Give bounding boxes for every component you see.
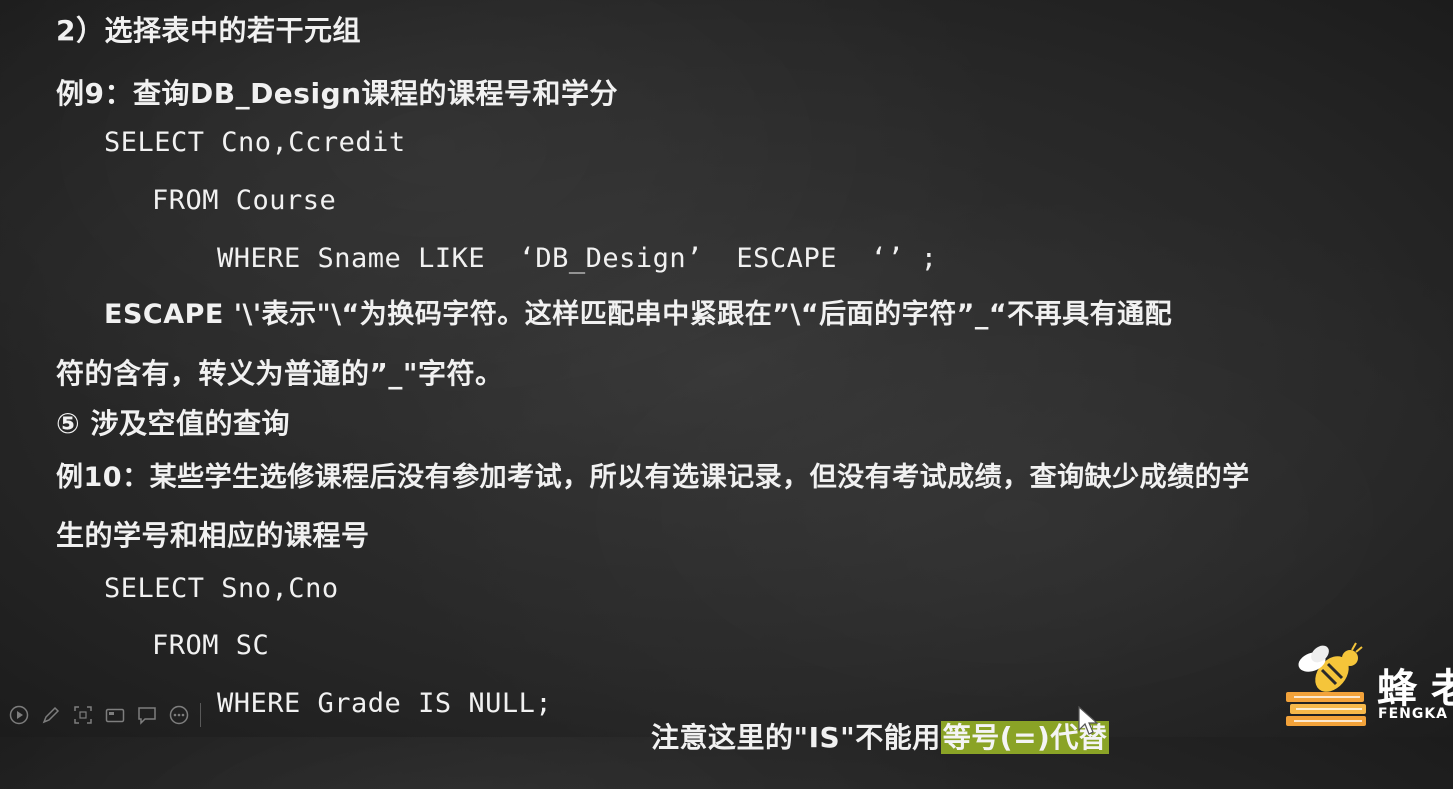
pen-icon[interactable] — [40, 704, 62, 726]
example10-note: 注意这里的"IS"不能用等号(=)代替 — [610, 687, 1110, 789]
example10-title-line1: 例10：某些学生选修课程后没有参加考试，所以有选课记录，但没有考试成绩，查询缺少… — [56, 462, 1250, 493]
slide: 2）选择表中的若干元组 例9：查询DB_Design课程的课程号和学分 SELE… — [0, 0, 1453, 754]
example9-sql-where: WHERE Sname LIKE ‘DB_Design’ ESCAPE ‘’ ; — [217, 243, 938, 274]
example10-sql-from: FROM SC — [152, 630, 270, 661]
play-icon[interactable] — [8, 704, 30, 726]
screenshot-icon[interactable] — [72, 704, 94, 726]
bee-book-icon — [1286, 642, 1366, 726]
escape-note-line2: 符的含有，转义为普通的”_"字符。 — [56, 357, 504, 390]
example9-title: 例9：查询DB_Design课程的课程号和学分 — [56, 77, 619, 110]
logo-subtitle: FENGKA — [1378, 706, 1449, 722]
note-prefix: 注意这里的"IS"不能用 — [651, 721, 941, 754]
camera-icon[interactable] — [104, 704, 126, 726]
example10-sql-select: SELECT Sno,Cno — [104, 573, 339, 604]
section-heading: 2）选择表中的若干元组 — [56, 14, 361, 47]
escape-note-line1: ESCAPE '\'表示"\“为换码字符。这样匹配串中紧跟在”\“后面的字符”_… — [104, 299, 1173, 330]
example9-sql-from: FROM Course — [152, 185, 337, 216]
comment-icon[interactable] — [136, 704, 158, 726]
player-toolbar — [0, 696, 248, 734]
example9-sql-select: SELECT Cno,Ccredit — [104, 127, 406, 158]
toolbar-divider — [200, 703, 201, 727]
example10-title-line2: 生的学号和相应的课程号 — [56, 519, 370, 552]
more-icon[interactable] — [168, 704, 190, 726]
example10-sql-where: WHERE Grade IS NULL; — [217, 688, 553, 719]
brand-logo: 蜂 老 FENGKA — [1282, 640, 1453, 737]
section5-title: ⑤ 涉及空值的查询 — [56, 407, 290, 440]
